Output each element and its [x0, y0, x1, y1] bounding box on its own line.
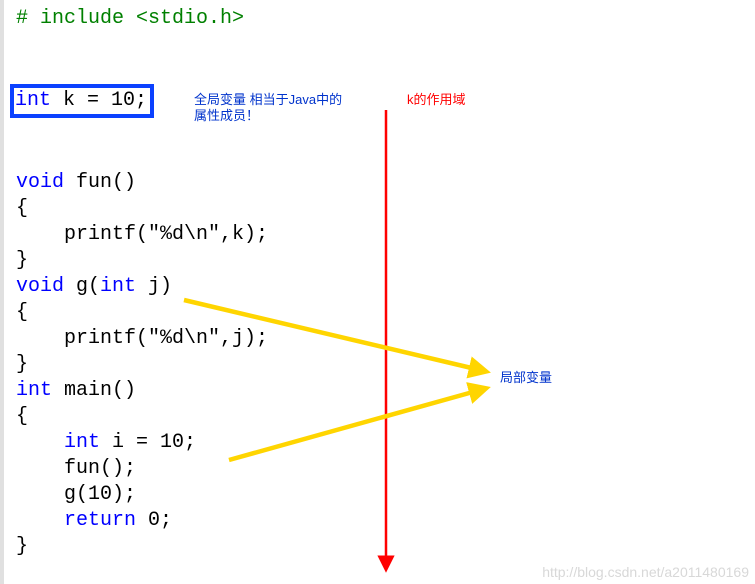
code-line-include: # include <stdio.h>: [16, 6, 755, 32]
code-brace: }: [16, 534, 755, 560]
code-line-fun-call: fun();: [16, 456, 755, 482]
code-line-return: return 0;: [16, 508, 755, 534]
code-line-fun-sig: void fun(): [16, 170, 755, 196]
code-line-main-sig: int main(): [16, 378, 755, 404]
annotation-global-var: 全局变量 相当于Java中的 属性成员！: [194, 92, 342, 124]
code-line-g-sig: void g(int j): [16, 274, 755, 300]
code-blank: [16, 144, 755, 170]
watermark: http://blog.csdn.net/a2011480169: [542, 564, 749, 580]
annotation-scope: k的作用域: [407, 92, 466, 108]
global-var-highlight: int k = 10;: [10, 84, 154, 118]
code-brace: {: [16, 404, 755, 430]
code-brace: }: [16, 352, 755, 378]
code-line-printf-j: printf("%d\n",j);: [16, 326, 755, 352]
code-brace: {: [16, 300, 755, 326]
annotation-local-var: 局部变量: [500, 370, 552, 386]
code-brace: {: [16, 196, 755, 222]
include-directive: # include <stdio.h>: [16, 7, 244, 30]
code-blank: [16, 118, 755, 144]
code-line-printf-k: printf("%d\n",k);: [16, 222, 755, 248]
code-brace: }: [16, 248, 755, 274]
code-blank: [16, 32, 755, 58]
code-line-g-call: g(10);: [16, 482, 755, 508]
code-line-int-i: int i = 10;: [16, 430, 755, 456]
code-blank: [16, 58, 755, 84]
